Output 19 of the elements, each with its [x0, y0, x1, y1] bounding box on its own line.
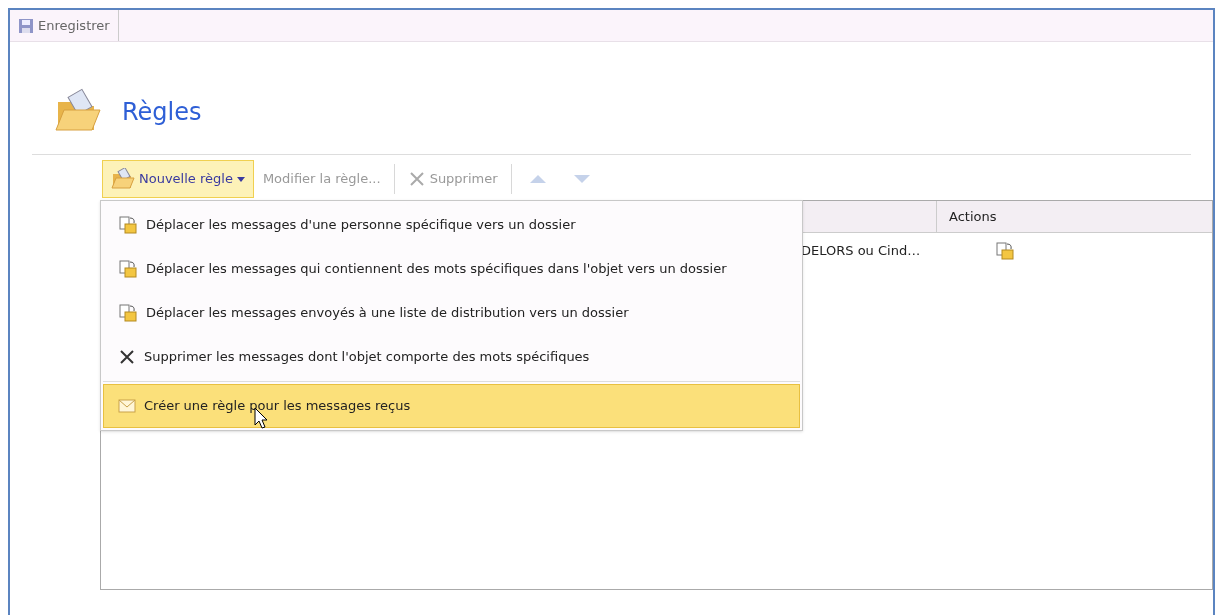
up-arrow-icon [528, 174, 547, 184]
new-rule-button[interactable]: Nouvelle règle [102, 160, 254, 198]
menu-item[interactable]: Créer une règle pour les messages reçus [103, 384, 800, 428]
page-title: Règles [122, 97, 202, 128]
menu-item[interactable]: Supprimer les messages dont l'objet comporte des mots spécifiques [103, 335, 800, 379]
folder-move-icon [118, 215, 138, 235]
menu-item[interactable]: Déplacer les messages d'une personne spécifique vers un dossier [103, 203, 800, 247]
down-arrow-icon [572, 174, 591, 184]
close-icon [407, 170, 426, 188]
column-header[interactable]: Actions [937, 206, 997, 227]
menu-item[interactable]: Déplacer les messages envoyés à une liste de distribution vers un dossier [103, 291, 800, 335]
envelope-icon [118, 399, 136, 413]
folder-move-icon [118, 303, 138, 323]
caret-icon [236, 176, 245, 182]
folder-move-icon [118, 259, 138, 279]
save-button[interactable]: Enregistrer [10, 10, 119, 41]
folder-icon [111, 168, 135, 190]
close-icon [118, 348, 136, 366]
menu-item[interactable]: Déplacer les messages qui contiennent des mots spécifiques dans l'objet vers un dossier [103, 247, 800, 291]
